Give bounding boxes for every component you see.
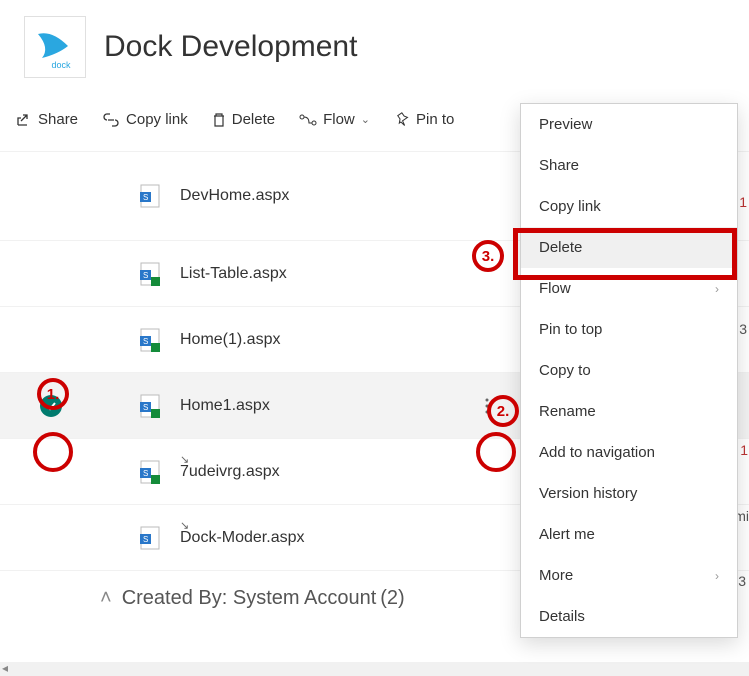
menu-copy-to[interactable]: Copy to: [521, 350, 737, 391]
menu-details[interactable]: Details: [521, 596, 737, 637]
file-name: Home1.aspx: [180, 397, 270, 415]
horizontal-scrollbar[interactable]: [0, 662, 749, 676]
menu-flow[interactable]: Flow›: [521, 268, 737, 309]
menu-copy-link[interactable]: Copy link: [521, 186, 737, 227]
shortcut-arrow-icon: ↘: [180, 519, 189, 532]
chevron-right-icon: ›: [715, 282, 719, 296]
menu-add-to-navigation[interactable]: Add to navigation: [521, 432, 737, 473]
svg-text:S: S: [143, 535, 148, 544]
share-icon: [16, 112, 32, 128]
file-type-icon: S: [140, 526, 160, 550]
file-type-icon: S: [140, 184, 160, 208]
file-type-icon: S: [140, 460, 160, 484]
share-button[interactable]: Share: [6, 105, 88, 134]
more-actions-button[interactable]: [475, 394, 499, 418]
selection-check-icon[interactable]: [40, 395, 62, 417]
file-name: List-Table.aspx: [180, 265, 287, 283]
svg-text:S: S: [143, 271, 148, 280]
menu-pin-to-top[interactable]: Pin to top: [521, 309, 737, 350]
group-count: (2): [380, 587, 404, 610]
share-label: Share: [38, 111, 78, 128]
delete-button[interactable]: Delete: [202, 105, 285, 134]
svg-text:S: S: [143, 469, 148, 478]
shortcut-arrow-icon: ↘: [180, 453, 189, 466]
page-header: dock Dock Development: [0, 0, 749, 98]
logo-label: dock: [51, 60, 70, 70]
delete-label: Delete: [232, 111, 275, 128]
svg-text:S: S: [143, 403, 148, 412]
chevron-right-icon: ›: [715, 569, 719, 583]
group-label: Created By: System Account: [122, 587, 377, 610]
pin-icon: [394, 112, 410, 128]
link-icon: [102, 113, 120, 127]
file-name: 7udeivrg.aspx: [180, 463, 280, 481]
collapse-group-icon[interactable]: ˄: [100, 587, 112, 610]
menu-share[interactable]: Share: [521, 145, 737, 186]
file-name: DevHome.aspx: [180, 187, 289, 205]
file-type-icon: S: [140, 262, 160, 286]
menu-rename[interactable]: Rename: [521, 391, 737, 432]
menu-more[interactable]: More›: [521, 555, 737, 596]
trash-icon: [212, 112, 226, 128]
svg-text:S: S: [143, 193, 148, 202]
copy-link-button[interactable]: Copy link: [92, 105, 198, 134]
flow-button[interactable]: Flow ⌄: [289, 105, 380, 134]
menu-alert-me[interactable]: Alert me: [521, 514, 737, 555]
chevron-down-icon: ⌄: [361, 113, 370, 126]
file-name: Home(1).aspx: [180, 331, 280, 349]
edge-fragment: 3: [738, 573, 746, 589]
menu-preview[interactable]: Preview: [521, 104, 737, 145]
copy-link-label: Copy link: [126, 111, 188, 128]
pin-label: Pin to: [416, 111, 454, 128]
file-name: Dock-Moder.aspx: [180, 529, 305, 547]
site-logo: dock: [24, 16, 86, 78]
page-title: Dock Development: [104, 30, 357, 64]
file-type-icon: S: [140, 394, 160, 418]
file-type-icon: S: [140, 328, 160, 352]
pin-button[interactable]: Pin to: [384, 105, 464, 134]
menu-delete[interactable]: Delete: [521, 227, 737, 268]
svg-text:S: S: [143, 337, 148, 346]
context-menu: Preview Share Copy link Delete Flow› Pin…: [520, 103, 738, 638]
menu-version-history[interactable]: Version history: [521, 473, 737, 514]
flow-label: Flow: [323, 111, 355, 128]
flow-icon: [299, 113, 317, 127]
